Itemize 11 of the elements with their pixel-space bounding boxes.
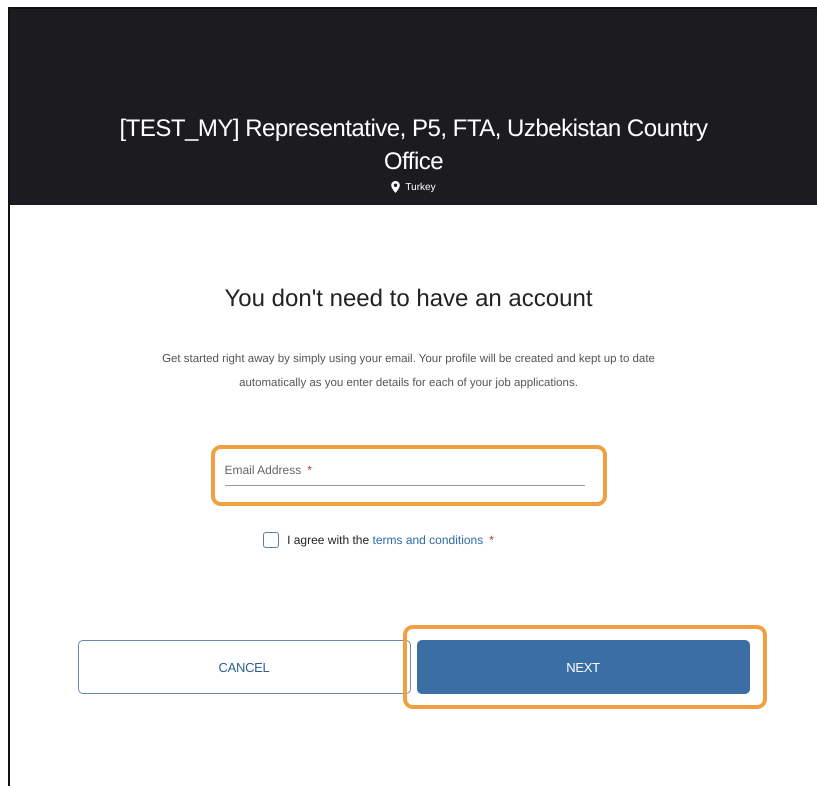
- terms-link[interactable]: terms and conditions: [372, 533, 484, 547]
- job-title: [TEST_MY] Representative, P5, FTA, Uzbekistan Country Office: [118, 114, 709, 177]
- email-field[interactable]: Email Address *: [224, 463, 584, 486]
- location-pin-icon: [391, 181, 400, 193]
- cancel-button[interactable]: CANCEL: [78, 640, 410, 694]
- agree-text: I agree with the terms and conditions *: [287, 533, 494, 547]
- location-text: Turkey: [405, 182, 436, 192]
- intro-text: Get started right away by simply using your email. Your profile will be created and kept up to date automatically as you enter details for each of your job applications.: [161, 352, 656, 391]
- next-button[interactable]: NEXT: [416, 640, 750, 694]
- agree-checkbox[interactable]: [263, 532, 280, 548]
- heading: You don't need to have an account: [224, 285, 592, 313]
